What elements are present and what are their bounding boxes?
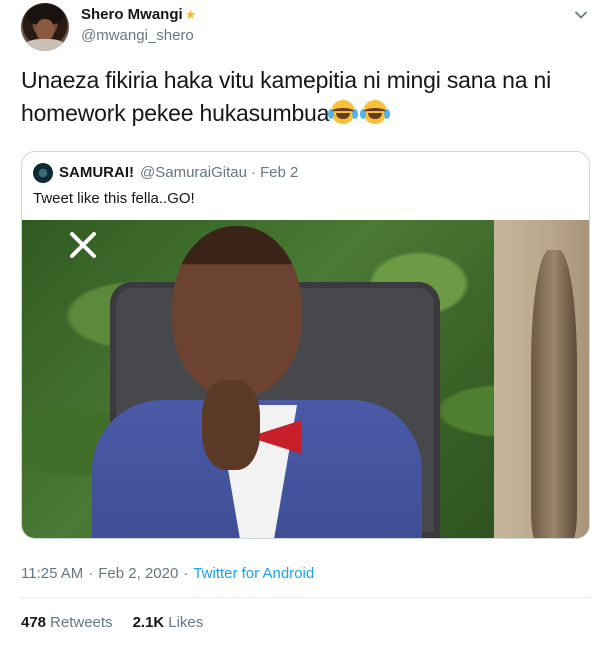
- close-icon[interactable]: [66, 228, 100, 262]
- quoted-photo[interactable]: [22, 220, 589, 538]
- star-emoji-icon: ★: [184, 7, 197, 22]
- chevron-down-icon[interactable]: [574, 8, 588, 22]
- quoted-author-name[interactable]: SAMURAI!: [59, 163, 134, 183]
- avatar-face: [36, 19, 54, 41]
- tweet-body: Unaeza fikiria haka vitu kamepitia ni mi…: [21, 67, 551, 126]
- meta-separator: ·: [88, 565, 94, 582]
- quoted-separator: ·: [250, 164, 256, 181]
- quoted-tweet-header: SAMURAI! @SamuraiGitau · Feb 2: [33, 163, 298, 183]
- tweet-source-link[interactable]: Twitter for Android: [193, 564, 314, 584]
- tweet-stats: 478 Retweets 2.1K Likes: [21, 613, 223, 633]
- retweets-label: Retweets: [50, 614, 113, 631]
- likes-stat[interactable]: 2.1K Likes: [133, 613, 224, 633]
- retweets-stat[interactable]: 478 Retweets: [21, 613, 133, 633]
- quoted-tweet-text: Tweet like this fella..GO!: [33, 190, 195, 207]
- quoted-author-handle[interactable]: @SamuraiGitau: [140, 163, 247, 183]
- likes-label: Likes: [168, 614, 204, 631]
- tweet-text: Unaeza fikiria haka vitu kamepitia ni mi…: [21, 64, 596, 130]
- tweet-metadata: 11:25 AM · Feb 2, 2020 · Twitter for And…: [21, 564, 314, 584]
- tweet-date[interactable]: Feb 2, 2020: [98, 564, 178, 584]
- likes-count: 2.1K: [132, 614, 165, 631]
- author-handle[interactable]: @mwangi_shero: [81, 26, 196, 46]
- tweet-detail: Shero Mwangi ★ @mwangi_shero Unaeza fiki…: [0, 0, 612, 647]
- avatar-clothing: [25, 39, 65, 51]
- quoted-tweet[interactable]: SAMURAI! @SamuraiGitau · Feb 2 Tweet lik…: [21, 151, 590, 539]
- quoted-author-avatar[interactable]: [33, 163, 53, 183]
- quoted-date[interactable]: Feb 2: [260, 163, 298, 183]
- author-display-name[interactable]: Shero Mwangi: [81, 6, 183, 24]
- author-display-name-row[interactable]: Shero Mwangi ★: [81, 6, 196, 24]
- meta-separator: ·: [183, 565, 189, 582]
- tweet-time[interactable]: 11:25 AM: [21, 564, 83, 584]
- retweets-count: 478: [21, 614, 47, 631]
- divider: [21, 597, 590, 598]
- laughing-tears-emoji-icon: [328, 100, 359, 124]
- author-info: Shero Mwangi ★ @mwangi_shero: [81, 6, 196, 46]
- laughing-tears-emoji-icon: [360, 100, 391, 124]
- author-avatar[interactable]: [21, 3, 69, 51]
